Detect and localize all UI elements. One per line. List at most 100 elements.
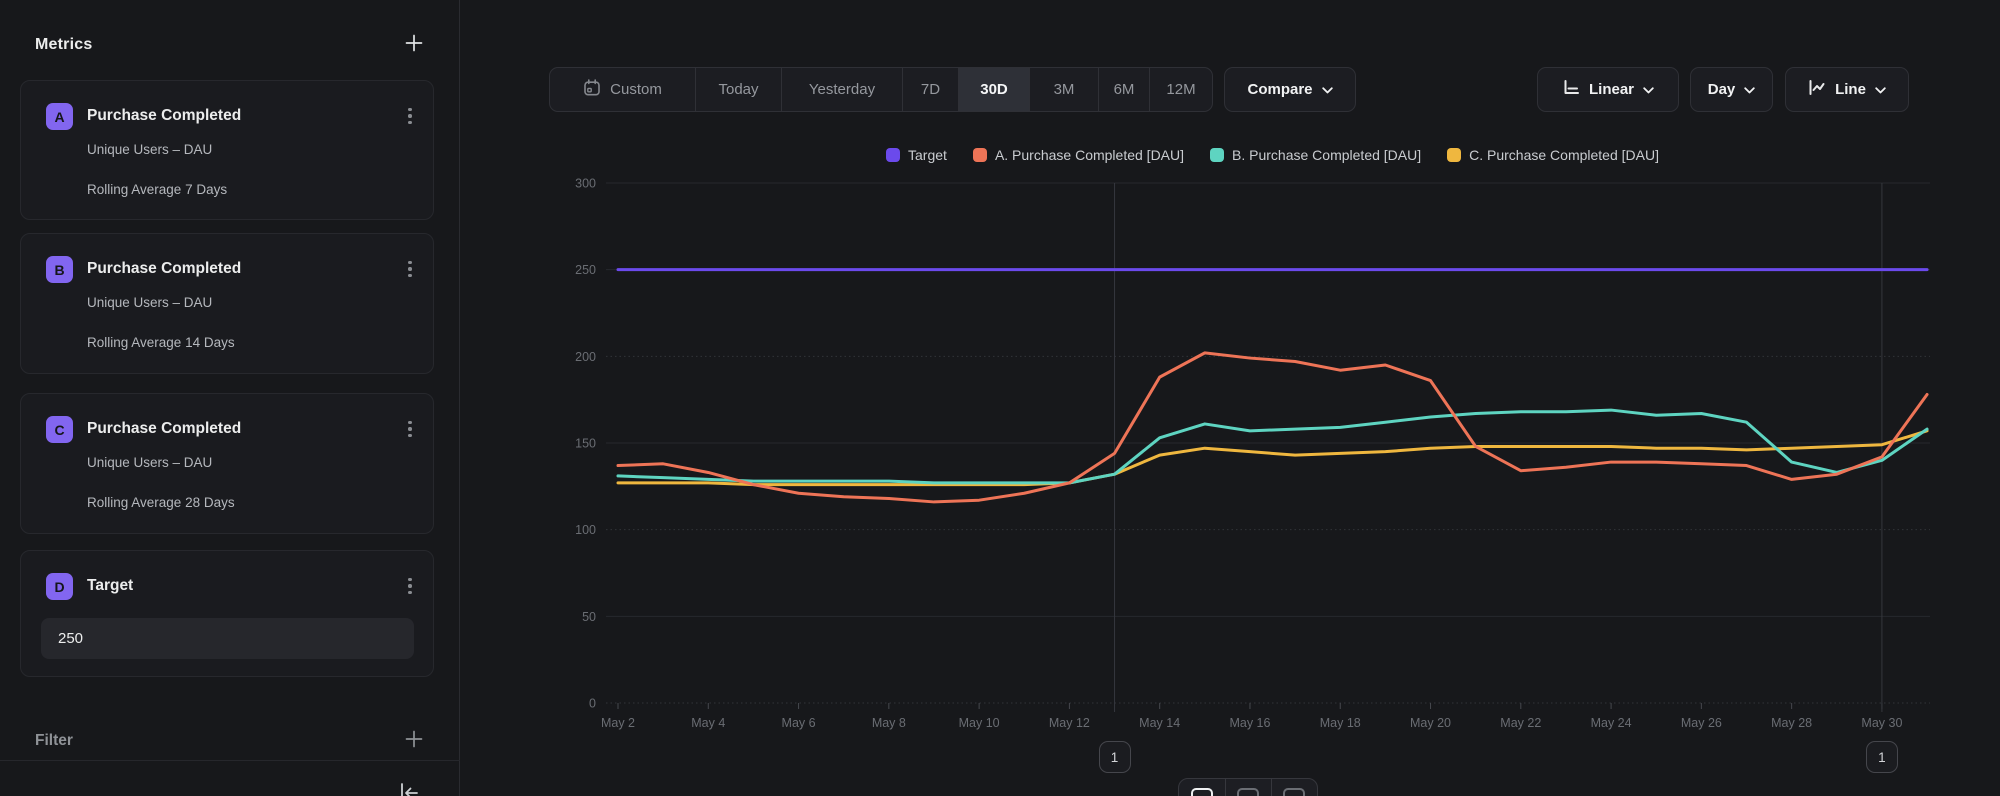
metric-letter-badge: C (46, 416, 73, 443)
x-axis-label: May 6 (782, 716, 816, 730)
metric-title: Purchase Completed (87, 420, 241, 438)
metric-card-a[interactable]: A Purchase Completed Unique Users – DAU … (20, 80, 434, 220)
more-options-icon[interactable] (401, 416, 419, 442)
x-axis-label: May 30 (1861, 716, 1902, 730)
range-label: 12M (1166, 81, 1195, 98)
metric-rolling-average: Rolling Average 14 Days (87, 335, 235, 350)
y-axis-label: 300 (575, 177, 596, 191)
legend-label: A. Purchase Completed [DAU] (995, 147, 1184, 163)
legend-item-target[interactable]: Target (886, 147, 947, 163)
metric-rolling-average: Rolling Average 28 Days (87, 495, 235, 510)
chart-style-option-3[interactable] (1271, 779, 1317, 796)
chart-type-label: Line (1835, 81, 1866, 98)
x-axis-label: May 22 (1500, 716, 1541, 730)
line-chart-icon (1808, 79, 1826, 100)
legend-swatch-b (1210, 148, 1224, 162)
interval-dropdown-button[interactable]: Day (1690, 67, 1773, 112)
x-axis-label: May 16 (1229, 716, 1270, 730)
more-options-icon[interactable] (401, 256, 419, 282)
metrics-header: Metrics (35, 32, 425, 57)
interval-label: Day (1708, 81, 1736, 98)
metric-card-b[interactable]: B Purchase Completed Unique Users – DAU … (20, 233, 434, 374)
metric-card-c[interactable]: C Purchase Completed Unique Users – DAU … (20, 393, 434, 534)
annotation-badge-2[interactable]: 1 (1866, 741, 1898, 773)
range-label: 7D (921, 81, 940, 98)
range-custom-button[interactable]: Custom (550, 68, 695, 111)
chevron-down-icon (1875, 81, 1886, 98)
add-filter-button[interactable] (403, 728, 425, 753)
date-range-segmented-control: Custom Today Yesterday 7D 30D 3M 6M 12M (549, 67, 1213, 112)
annotation-badge-1[interactable]: 1 (1099, 741, 1131, 773)
chart-style-toggle (1178, 778, 1318, 796)
collapse-panel-icon (396, 780, 422, 796)
range-12m-button[interactable]: 12M (1149, 68, 1212, 111)
legend-label: C. Purchase Completed [DAU] (1469, 147, 1659, 163)
y-axis-label: 250 (575, 263, 596, 277)
metric-title: Purchase Completed (87, 260, 241, 278)
metrics-title: Metrics (35, 36, 92, 54)
metric-title: Purchase Completed (87, 107, 241, 125)
chevron-down-icon (1643, 81, 1654, 98)
range-today-button[interactable]: Today (695, 68, 781, 111)
more-options-icon[interactable] (401, 573, 419, 599)
filter-section: Filter (35, 728, 425, 753)
chart-type-dropdown-button[interactable]: Line (1785, 67, 1909, 112)
target-value-input[interactable] (41, 618, 414, 659)
legend-label: Target (908, 147, 947, 163)
range-yesterday-button[interactable]: Yesterday (781, 68, 902, 111)
metric-letter-badge: D (46, 573, 73, 600)
range-label: 6M (1114, 81, 1135, 98)
chevron-down-icon (1322, 81, 1333, 98)
range-6m-button[interactable]: 6M (1098, 68, 1149, 111)
axis-scale-icon (1562, 79, 1580, 100)
x-axis-label: May 26 (1681, 716, 1722, 730)
x-axis-label: May 4 (691, 716, 725, 730)
chart-thumbnail-icon (1237, 788, 1259, 796)
chart-thumbnail-icon (1191, 788, 1213, 796)
chart-style-option-2[interactable] (1225, 779, 1271, 796)
x-axis-label: May 28 (1771, 716, 1812, 730)
compare-dropdown-button[interactable]: Compare (1224, 67, 1356, 112)
y-axis-label: 200 (575, 350, 596, 364)
metric-measure: Unique Users – DAU (87, 142, 212, 157)
chart-legend: Target A. Purchase Completed [DAU] B. Pu… (617, 147, 1928, 163)
calendar-icon (583, 79, 601, 101)
chart-style-option-1[interactable] (1179, 779, 1225, 796)
metrics-sidebar: Metrics A Purchase Completed Unique User… (0, 0, 460, 796)
collapse-sidebar-button[interactable] (396, 780, 422, 796)
chevron-down-icon (1744, 81, 1755, 98)
metric-measure: Unique Users – DAU (87, 455, 212, 470)
target-card[interactable]: D Target (20, 550, 434, 677)
scale-dropdown-button[interactable]: Linear (1537, 67, 1679, 112)
range-label: 30D (980, 81, 1008, 98)
legend-item-a[interactable]: A. Purchase Completed [DAU] (973, 147, 1184, 163)
plus-icon (403, 32, 425, 57)
legend-item-b[interactable]: B. Purchase Completed [DAU] (1210, 147, 1421, 163)
range-label: 3M (1054, 81, 1075, 98)
range-3m-button[interactable]: 3M (1029, 68, 1098, 111)
x-axis-label: May 20 (1410, 716, 1451, 730)
add-metric-button[interactable] (403, 32, 425, 57)
range-7d-button[interactable]: 7D (902, 68, 958, 111)
series-3 (618, 431, 1927, 485)
metric-measure: Unique Users – DAU (87, 295, 212, 310)
more-options-icon[interactable] (401, 103, 419, 129)
sidebar-divider (0, 760, 460, 761)
legend-swatch-a (973, 148, 987, 162)
filter-title: Filter (35, 732, 73, 750)
range-label: Today (718, 81, 758, 98)
compare-label: Compare (1247, 81, 1312, 98)
range-30d-button-active[interactable]: 30D (958, 68, 1029, 111)
plus-icon (403, 728, 425, 753)
legend-swatch-c (1447, 148, 1461, 162)
y-axis-label: 0 (589, 697, 596, 711)
range-label: Custom (610, 81, 662, 98)
series-1 (618, 353, 1927, 502)
y-axis-label: 150 (575, 437, 596, 451)
scale-label: Linear (1589, 81, 1634, 98)
metric-letter-badge: A (46, 103, 73, 130)
x-axis-label: May 24 (1591, 716, 1632, 730)
legend-item-c[interactable]: C. Purchase Completed [DAU] (1447, 147, 1659, 163)
series-2 (618, 410, 1927, 483)
x-axis-label: May 8 (872, 716, 906, 730)
